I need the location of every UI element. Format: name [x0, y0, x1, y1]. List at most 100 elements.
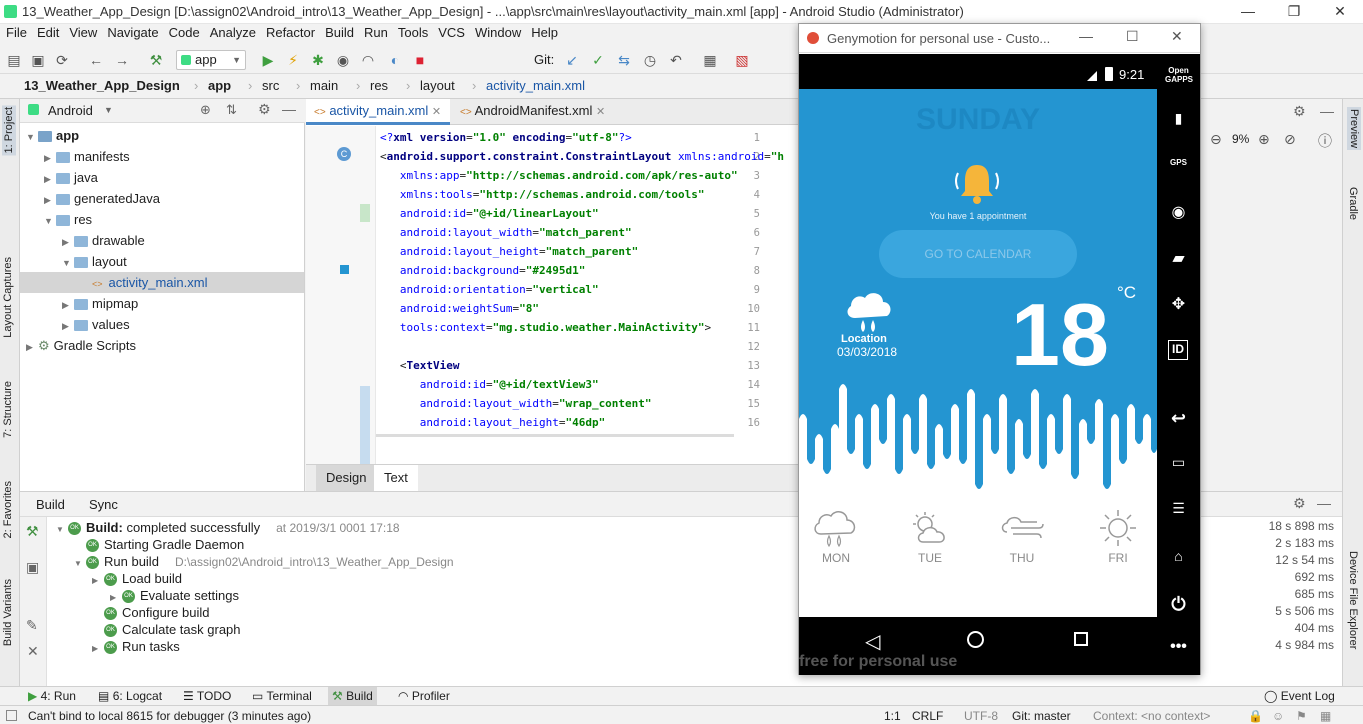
maximize-button[interactable]: ☐ [1126, 28, 1139, 45]
project-tool-tab[interactable]: 1: Project [2, 105, 16, 156]
back-button-icon[interactable]: ↩ [1165, 408, 1192, 429]
structure-tab[interactable]: 7: Structure [2, 381, 14, 438]
home-nav-icon[interactable] [967, 631, 984, 648]
code-line[interactable]: android:layout_height="match_parent" [380, 245, 638, 258]
device-file-explorer-tab[interactable]: Device File Explorer [1347, 551, 1359, 649]
lock-icon[interactable]: 🔒 [1248, 709, 1263, 723]
sync-icon[interactable]: ⟳ [52, 50, 72, 70]
collapsed-arrow-icon[interactable]: ▶ [44, 169, 56, 190]
hector-icon[interactable]: ⚑ [1296, 709, 1307, 723]
line-separator[interactable]: CRLF [912, 709, 943, 723]
breadcrumb-item[interactable]: activity_main.xml [486, 78, 585, 93]
tree-item[interactable]: ▶ values [20, 314, 304, 335]
menu-view[interactable]: View [65, 24, 101, 41]
hide-icon[interactable]: — [282, 101, 296, 117]
tree-item[interactable]: <> activity_main.xml [20, 272, 304, 293]
favorites-tab[interactable]: 2: Favorites [2, 481, 14, 538]
close-icon[interactable]: ✕ [596, 106, 605, 118]
stop-icon[interactable]: ■ [410, 50, 430, 70]
menu-edit[interactable]: Edit [33, 24, 63, 41]
move-widget-icon[interactable]: ✥ [1165, 294, 1192, 314]
open-icon[interactable]: ▤ [4, 50, 24, 70]
cursor-position[interactable]: 1:1 [884, 709, 901, 723]
expanded-arrow-icon[interactable]: ▼ [74, 555, 86, 572]
tree-item[interactable]: ▼ app [20, 125, 304, 146]
code-line[interactable]: android:layout_height="46dp" [380, 416, 605, 429]
warning-icon[interactable]: ⓘ [1318, 131, 1332, 151]
collapsed-arrow-icon[interactable]: ▶ [92, 640, 104, 657]
locate-icon[interactable]: ⊕ [200, 102, 211, 118]
code-line[interactable]: <?xml version="1.0" encoding="utf-8"?> [380, 131, 632, 144]
horizontal-scrollbar[interactable] [376, 434, 734, 437]
attach-debugger-icon[interactable]: ◠ [358, 50, 378, 70]
menu-refactor[interactable]: Refactor [262, 24, 319, 41]
save-icon[interactable]: ▣ [28, 50, 48, 70]
forward-icon[interactable]: → [112, 50, 132, 70]
code-line[interactable]: android:background="#2495d1" [380, 264, 585, 277]
collapsed-arrow-icon[interactable]: ▶ [26, 337, 38, 358]
zoom-out-icon[interactable]: ⊖ [1210, 131, 1222, 148]
code-line[interactable]: tools:context="mg.studio.weather.MainAct… [380, 321, 711, 334]
minimize-button[interactable]: — [1079, 28, 1093, 44]
menu-run[interactable]: Run [360, 24, 392, 41]
close-button[interactable]: ✕ [1317, 0, 1363, 24]
git-update-icon[interactable]: ↙ [562, 50, 582, 70]
breadcrumb-item[interactable]: 13_Weather_App_Design [24, 78, 180, 93]
git-branch[interactable]: Git: master [1012, 709, 1071, 723]
tab-sync[interactable]: Sync [89, 492, 118, 517]
collapsed-arrow-icon[interactable]: ▶ [92, 572, 104, 589]
close-icon[interactable]: ✕ [27, 643, 39, 660]
breadcrumb-item[interactable]: main [310, 78, 338, 93]
open-gapps-button[interactable]: Open GAPPS [1165, 66, 1193, 84]
gps-widget-icon[interactable]: GPS [1165, 158, 1192, 167]
apply-changes-icon[interactable]: ⚡ [283, 50, 303, 70]
menu-code[interactable]: Code [165, 24, 204, 41]
tree-item[interactable]: ▼ layout [20, 251, 304, 272]
build-row[interactable]: OK Configure build [92, 604, 209, 621]
event-log-button[interactable]: ◯ Event Log [1264, 689, 1335, 703]
gear-icon[interactable]: ⚙ [258, 101, 271, 118]
tree-item[interactable]: ▶ java [20, 167, 304, 188]
go-to-calendar-button[interactable]: GO TO CALENDAR [879, 230, 1077, 278]
toggle-view-icon[interactable]: ▣ [26, 559, 39, 576]
coverage-icon[interactable]: ◐ [385, 50, 405, 70]
memory-icon[interactable]: ▦ [1320, 709, 1331, 723]
menu-file[interactable]: File [2, 24, 31, 41]
collapsed-arrow-icon[interactable]: ▶ [44, 190, 56, 211]
build-row[interactable]: ▼ OK Build: completed successfully at 2019/… [56, 519, 400, 536]
code-line[interactable]: xmlns:tools="http://schemas.android.com/… [380, 188, 705, 201]
collapsed-arrow-icon[interactable]: ▶ [62, 316, 74, 337]
zoom-fit-icon[interactable]: ⊘ [1284, 131, 1296, 148]
collapsed-arrow-icon[interactable]: ▶ [44, 148, 56, 169]
tab-text[interactable]: Text [374, 465, 418, 492]
power-icon[interactable]: ⏻ [1165, 594, 1192, 615]
menu-vcs[interactable]: VCS [434, 24, 469, 41]
tab-activity-main[interactable]: <> activity_main.xml ✕ [306, 99, 450, 125]
tree-item[interactable]: ▶ ⚙ Gradle Scripts [20, 335, 304, 356]
tree-item[interactable]: ▼ res [20, 209, 304, 230]
hide-icon[interactable]: — [1320, 103, 1334, 119]
sdk-manager-icon[interactable]: ▧ [732, 50, 752, 70]
gradle-tab[interactable]: Gradle [1347, 187, 1359, 220]
close-icon[interactable]: ✕ [432, 106, 441, 118]
expanded-arrow-icon[interactable]: ▼ [62, 253, 74, 274]
profile-icon[interactable]: ◉ [333, 50, 353, 70]
build-variants-tab[interactable]: Build Variants [2, 579, 14, 646]
layout-captures-tab[interactable]: Layout Captures [2, 257, 14, 338]
tab-build[interactable]: Build [36, 492, 65, 517]
code-line[interactable]: android:weightSum="8" [380, 302, 539, 315]
close-button[interactable]: ✕ [1171, 28, 1183, 45]
camera-widget-icon[interactable]: ◉ [1165, 202, 1192, 222]
maximize-button[interactable]: ❐ [1271, 0, 1317, 24]
collapse-icon[interactable]: ⇅ [226, 102, 237, 118]
menu-help[interactable]: Help [527, 24, 562, 41]
todo-tool-button[interactable]: ☰ TODO [183, 689, 231, 703]
project-structure-icon[interactable]: ▦ [700, 50, 720, 70]
revert-icon[interactable]: ↶ [666, 50, 686, 70]
device-id-widget-icon[interactable]: ID [1168, 340, 1188, 360]
terminal-tool-button[interactable]: ▭ Terminal [252, 689, 312, 703]
code-line[interactable]: android:id="@+id/textView3" [380, 378, 599, 391]
code-line[interactable]: android:layout_width="match_parent" [380, 226, 632, 239]
tree-item[interactable]: ▶ generatedJava [20, 188, 304, 209]
preview-tab[interactable]: Preview [1347, 107, 1361, 151]
